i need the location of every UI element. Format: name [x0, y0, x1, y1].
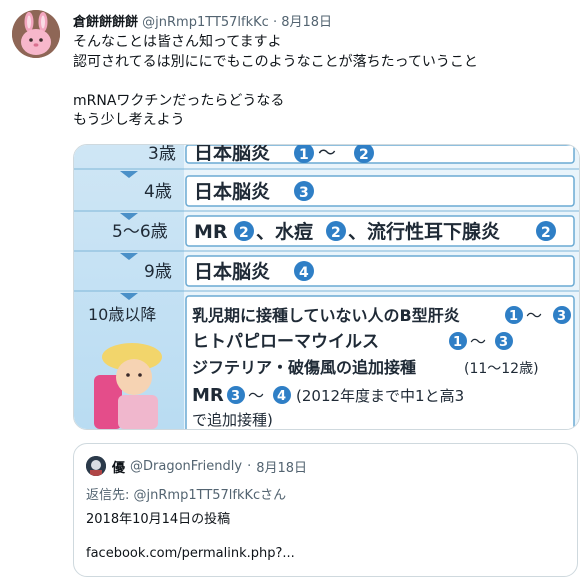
row-5-6-mark-3: 2 [541, 225, 551, 241]
row-5-6-extra: 、水痘 [256, 220, 313, 243]
quote-separator: · [247, 458, 252, 474]
row-5-6-mark-1: 2 [239, 225, 249, 241]
tweet-date[interactable]: 8月18日 [281, 15, 332, 30]
row-3-joiner: 〜 [318, 145, 336, 164]
tweet-line: そんなことは皆さん知ってますよ [73, 34, 282, 50]
mr-note: (2012年度まで中1と高3 [296, 387, 464, 405]
tweet-line: 認可されてるは別ににでもこのようなことが落ちたっていうこと [73, 53, 478, 70]
hpv-line: ヒトパピローマウイルス [192, 332, 379, 352]
reply-to-handle[interactable]: @jnRmp1TT57lfkKcさん [134, 488, 287, 503]
row-4-mark: 3 [299, 185, 309, 201]
mr-line: MR [192, 385, 224, 406]
dt-age-note: (11〜12歳) [464, 361, 539, 377]
row-4-text: 日本脳炎 [194, 180, 270, 203]
row-5-6-text: MR [194, 221, 228, 243]
row-5-6-mark-2: 2 [331, 225, 341, 241]
tweet-line: もう少し考えよう [73, 112, 185, 128]
display-name[interactable]: 倉餅餅餅餅 [73, 15, 138, 30]
svg-text:1: 1 [453, 335, 462, 350]
quote-link[interactable]: facebook.com/permalink.php?... [86, 546, 295, 561]
tweet-header: 倉餅餅餅餅 @jnRmp1TT57lfkKc · 8月18日 [73, 11, 332, 30]
quoted-tweet[interactable]: 優 @DragonFriendly · 8月18日 返信先: @jnRmp1TT… [73, 443, 578, 577]
age-10-plus: 10歳以降 [88, 305, 156, 324]
vaccine-schedule-image: 3歳 日本脳炎 1 〜 2 4歳 日本脳炎 3 5〜6歳 MR 2 、水痘 2 … [74, 145, 579, 429]
age-9: 9歳 [144, 262, 172, 282]
tweet-image[interactable]: 3歳 日本脳炎 1 〜 2 4歳 日本脳炎 3 5〜6歳 MR 2 、水痘 2 … [73, 144, 580, 430]
quote-display-name[interactable]: 優 [112, 457, 125, 476]
age-5-6: 5〜6歳 [112, 222, 168, 242]
age-4: 4歳 [144, 182, 172, 202]
quote-avatar[interactable] [86, 456, 106, 476]
header-separator: · [272, 15, 278, 30]
age-3: 3歳 [148, 145, 176, 164]
svg-text:3: 3 [557, 309, 566, 324]
quote-date[interactable]: 8月18日 [256, 457, 307, 476]
svg-text:4: 4 [277, 389, 286, 404]
user-avatar[interactable] [12, 10, 60, 58]
dt-line: ジフテリア・破傷風の追加接種 [192, 358, 416, 377]
svg-text:〜: 〜 [248, 386, 264, 405]
svg-text:〜: 〜 [470, 332, 486, 351]
row-3-text: 日本脳炎 [194, 145, 270, 164]
quote-text: 2018年10月14日の投稿 [86, 512, 231, 527]
tweet-line-blank [73, 72, 573, 92]
dragon-avatar-icon [86, 456, 106, 476]
quote-handle[interactable]: @DragonFriendly [130, 459, 242, 474]
quote-header: 優 @DragonFriendly · 8月18日 [86, 456, 307, 476]
tweet-line: mRNAワクチンだったらどうなる [73, 92, 285, 109]
hepb-line: 乳児期に接種していない人のB型肝炎 [192, 306, 460, 325]
svg-text:3: 3 [231, 389, 240, 404]
row-9-text: 日本脳炎 [194, 260, 270, 283]
rabbit-avatar-icon [12, 10, 60, 58]
mr-note-2: で追加接種) [192, 411, 273, 429]
svg-text:3: 3 [499, 335, 508, 350]
reply-prefix: 返信先: [86, 488, 130, 503]
tweet-text: そんなことは皆さん知ってますよ 認可されてるは別ににでもこのようなことが落ちたっ… [73, 33, 573, 131]
reply-context: 返信先: @jnRmp1TT57lfkKcさん [86, 484, 286, 503]
row-9-mark: 4 [299, 265, 309, 281]
row-3-mark-1: 1 [299, 147, 309, 163]
user-handle[interactable]: @jnRmp1TT57lfkKc [142, 15, 269, 30]
row-5-6-tail: 、流行性耳下腺炎 [348, 220, 500, 243]
row-3-mark-2: 2 [359, 147, 369, 163]
svg-text:1: 1 [509, 309, 518, 324]
svg-text:〜: 〜 [526, 306, 542, 325]
